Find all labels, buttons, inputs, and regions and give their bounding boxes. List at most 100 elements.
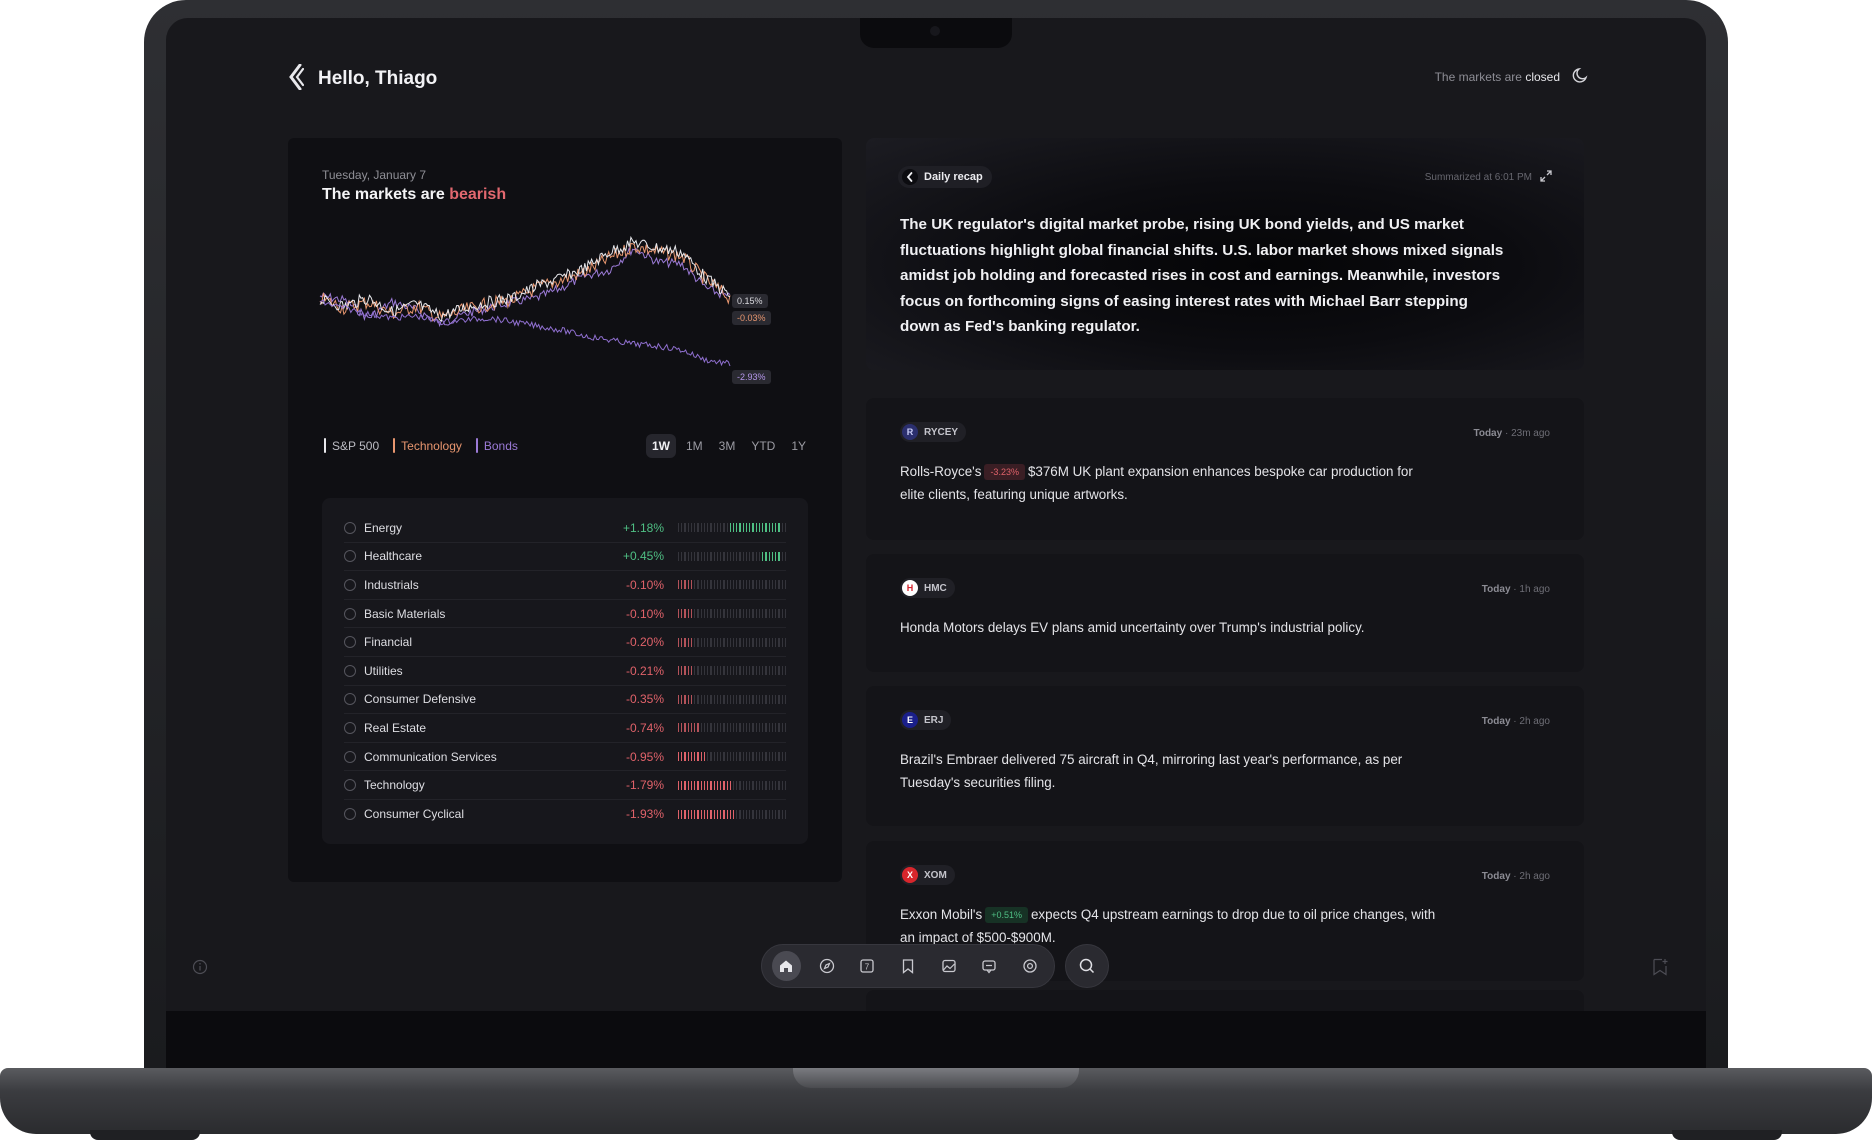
sector-bar-tick [703, 809, 706, 819]
sector-bar-tick [716, 752, 719, 762]
sector-bar-tick [684, 694, 686, 704]
news-card[interactable]: E ERJ Today · 2h ago Brazil's Embraer deliv… [866, 686, 1584, 826]
home-icon [780, 960, 793, 972]
sector-bar-tick [781, 580, 783, 590]
sector-bar-tick [765, 551, 767, 561]
sector-bar-tick [713, 780, 715, 790]
sector-bar-tick [768, 694, 770, 704]
ticker-chip[interactable]: E ERJ [900, 710, 952, 730]
sector-bar-tick [771, 637, 774, 647]
news-card[interactable]: H HMC Today · 1h ago Honda Motors delays EV… [866, 554, 1584, 672]
dock-search-button[interactable] [1065, 944, 1109, 988]
daily-recap-card[interactable]: Daily recap Summarized at 6:01 PM The UK… [866, 138, 1584, 370]
news-card[interactable]: R RYCEY Today · 23m ago Rolls-Royce's -3.23%… [866, 398, 1584, 540]
sector-bar-tick [732, 551, 735, 561]
dock-charts-button[interactable] [934, 951, 963, 981]
legend-technology[interactable]: Technology [393, 438, 462, 453]
dock-calendar-button[interactable]: 7 [853, 951, 882, 981]
tech-change-label: -0.03% [732, 311, 771, 325]
sector-bar-tick [703, 637, 706, 647]
sector-bar-tick [681, 551, 683, 561]
range-1w[interactable]: 1W [645, 434, 676, 458]
company-logo-icon: R [902, 424, 918, 440]
dock-chat-button[interactable] [975, 951, 1004, 981]
sector-bar-tick [700, 723, 702, 733]
sector-row[interactable]: Healthcare +0.45% [344, 543, 786, 572]
app-logo-icon[interactable] [288, 64, 304, 90]
range-1m[interactable]: 1M [680, 434, 709, 458]
sector-row[interactable]: Basic Materials -0.10% [344, 600, 786, 629]
sector-bar-tick [687, 666, 689, 676]
sector-bar-tick [765, 666, 767, 676]
sector-bar-tick [690, 551, 693, 561]
sector-row[interactable]: Financial -0.20% [344, 628, 786, 657]
news-card-partial[interactable] [866, 990, 1584, 1011]
sector-row[interactable]: Energy +1.18% [344, 514, 786, 543]
sector-row[interactable]: Communication Services -0.95% [344, 743, 786, 772]
sector-bar-tick [697, 523, 699, 533]
dock-explore-button[interactable] [813, 951, 842, 981]
sector-bar-tick [678, 666, 680, 676]
expand-icon[interactable] [1540, 170, 1552, 182]
sector-bar-tick [775, 666, 777, 676]
dock-settings-button[interactable] [1015, 951, 1044, 981]
company-logo-icon: E [902, 712, 918, 728]
news-ago: 1h ago [1519, 584, 1550, 595]
sector-bar-tick [775, 752, 777, 762]
laptop-hinge-notch [793, 1068, 1079, 1088]
sector-bar-tick [716, 551, 719, 561]
range-ytd[interactable]: YTD [745, 434, 781, 458]
sector-bar-tick [707, 580, 709, 590]
sector-bar-tick [778, 752, 780, 762]
ticker-chip[interactable]: R RYCEY [900, 422, 967, 442]
sector-bar-tick [758, 523, 761, 533]
sector-row[interactable]: Real Estate -0.74% [344, 714, 786, 743]
sector-bar-tick [768, 609, 770, 619]
sector-bar-tick [707, 752, 709, 762]
sector-pie-icon [344, 607, 356, 620]
sector-bar-tick [716, 780, 719, 790]
sector-bar-tick [681, 809, 683, 819]
sector-bar-tick [758, 551, 761, 561]
sector-bar-tick [749, 723, 751, 733]
sector-bar-tick [732, 723, 735, 733]
sector-row[interactable]: Consumer Cyclical -1.93% [344, 800, 786, 829]
news-ago: 23m ago [1511, 428, 1550, 439]
ticker-chip[interactable]: X XOM [900, 865, 955, 885]
sector-bar-tick [707, 551, 709, 561]
sector-bar-tick [742, 809, 744, 819]
sector-bar-tick [687, 809, 689, 819]
sector-bar-tick [745, 551, 748, 561]
sector-change: -0.20% [625, 635, 664, 650]
news-ago: 2h ago [1519, 871, 1550, 882]
sector-bar-tick [723, 752, 725, 762]
sector-bar-tick [775, 609, 777, 619]
sector-bar-tick [687, 694, 689, 704]
range-1y[interactable]: 1Y [785, 434, 812, 458]
sector-row[interactable]: Industrials -0.10% [344, 571, 786, 600]
sector-bar-tick [732, 609, 735, 619]
dock-home-button[interactable] [772, 951, 801, 981]
sector-bar-tick [710, 637, 712, 647]
dock-bookmarks-button[interactable] [894, 951, 923, 981]
sector-row[interactable]: Utilities -0.21% [344, 657, 786, 686]
sector-row[interactable]: Technology -1.79% [344, 771, 786, 800]
sector-bar-tick [752, 723, 754, 733]
news-day: Today [1481, 584, 1511, 595]
news-timestamp: Today · 2h ago [1481, 871, 1550, 882]
sector-bar-tick [739, 780, 741, 790]
ticker-chip[interactable]: H HMC [900, 578, 955, 598]
sector-row[interactable]: Consumer Defensive -0.35% [344, 686, 786, 715]
legend-sp500[interactable]: S&P 500 [324, 438, 379, 453]
sector-bar-tick [716, 723, 719, 733]
sector-bar-tick [710, 723, 712, 733]
sector-bar-tick [784, 523, 786, 533]
sector-strength-bars [678, 523, 786, 533]
range-3m[interactable]: 3M [713, 434, 742, 458]
sector-bar-tick [762, 780, 764, 790]
news-body: Honda Motors delays EV plans amid uncert… [900, 620, 1365, 635]
bookmark-add-icon[interactable] [1652, 958, 1668, 976]
dark-mode-toggle-icon[interactable] [1572, 66, 1590, 84]
info-icon[interactable] [192, 959, 208, 975]
legend-bonds[interactable]: Bonds [475, 438, 518, 453]
